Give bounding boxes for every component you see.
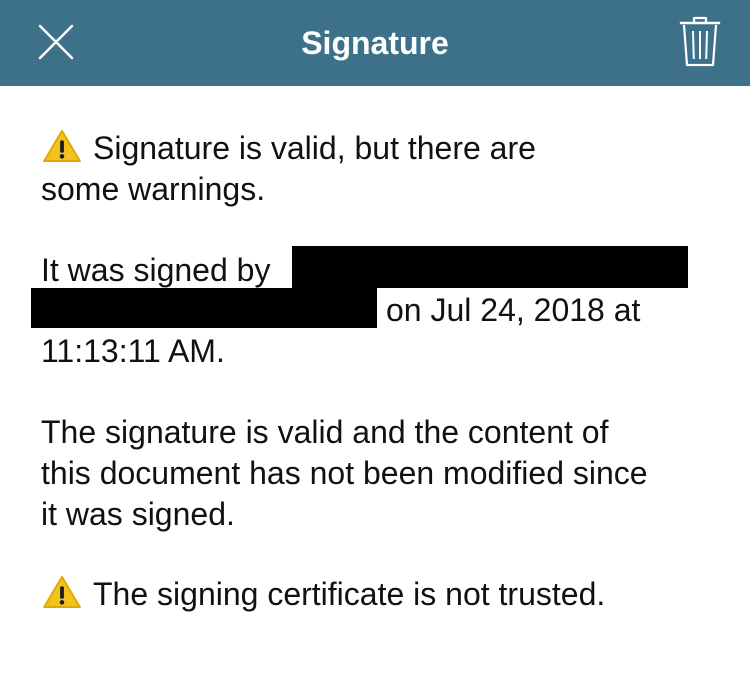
header-bar: Signature: [0, 0, 750, 86]
status-message: Signature is valid, but there are some w…: [41, 128, 536, 210]
page-title: Signature: [301, 25, 449, 61]
validity-line-1: The signature is valid and the content o…: [41, 414, 609, 450]
signature-details: Signature is valid, but there are some w…: [0, 86, 750, 697]
close-icon: [38, 24, 74, 60]
certificate-warning-text: The signing certificate is not trusted.: [93, 576, 606, 612]
redacted-signer-name: [292, 246, 688, 288]
signer-line-3: 11:13:11 AM.: [41, 333, 225, 369]
status-line-1: Signature is valid, but there are: [41, 128, 536, 169]
status-text-line-2: some warnings.: [41, 171, 266, 207]
trash-icon: [679, 16, 721, 67]
close-button[interactable]: [34, 20, 78, 64]
delete-button[interactable]: [678, 14, 722, 70]
status-text-line-1: Signature is valid, but there are: [93, 130, 536, 166]
warning-icon: [43, 129, 81, 163]
certificate-warning: The signing certificate is not trusted.: [41, 574, 605, 615]
validity-message: The signature is valid and the content o…: [41, 412, 648, 535]
signer-line-2: on Jul 24, 2018 at: [386, 292, 641, 328]
validity-line-2: this document has not been modified sinc…: [41, 455, 648, 491]
redacted-signer-detail: [31, 288, 377, 328]
validity-line-3: it was signed.: [41, 496, 235, 532]
signer-line-1: It was signed by: [41, 252, 271, 288]
warning-icon: [43, 575, 81, 609]
